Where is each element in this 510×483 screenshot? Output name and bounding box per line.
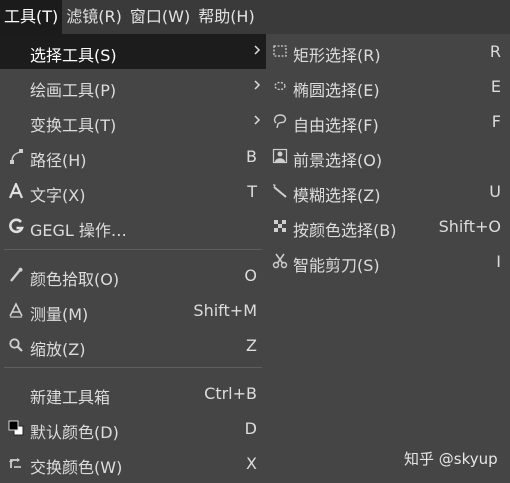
menu-item-zoom[interactable]: 缩放(Z) Z xyxy=(0,328,266,363)
menu-item-label: 颜色拾取(O) xyxy=(30,270,120,289)
menu-item-label: 默认颜色(D) xyxy=(30,423,119,442)
shortcut-label: Shift+M xyxy=(193,301,257,320)
menu-item-label: 前景选择(O) xyxy=(293,151,383,170)
watermark: 知乎 @skyup xyxy=(404,450,498,468)
menu-item-selection-tools[interactable]: 选择工具(S) xyxy=(0,34,266,69)
shortcut-label: I xyxy=(496,252,501,271)
chevron-right-icon xyxy=(254,45,261,55)
separator xyxy=(4,367,262,368)
menu-item-label: 缩放(Z) xyxy=(30,340,86,359)
shortcut-label: U xyxy=(489,182,501,201)
menu-item-ellipse-select[interactable]: 椭圆选择(E) E xyxy=(266,69,510,104)
shortcut-label: T xyxy=(247,182,257,201)
default-colors-icon xyxy=(8,420,24,436)
menu-item-gegl[interactable]: GEGL 操作… xyxy=(0,209,266,244)
menu-help[interactable]: 帮助(H) xyxy=(194,0,259,34)
menu-item-select-by-color[interactable]: 按颜色选择(B) Shift+O xyxy=(266,209,510,244)
shortcut-label: B xyxy=(246,147,257,166)
scissors-icon xyxy=(272,253,288,269)
menu-item-label: 模糊选择(Z) xyxy=(293,186,381,205)
separator xyxy=(4,249,262,250)
ellipse-select-icon xyxy=(272,78,288,94)
menu-item-label: 变换工具(T) xyxy=(30,116,117,135)
menu-item-free-select[interactable]: 自由选择(F) F xyxy=(266,104,510,139)
menu-tools[interactable]: 工具(T) xyxy=(0,0,63,34)
free-select-icon xyxy=(272,113,288,129)
shortcut-label: X xyxy=(246,454,257,473)
chevron-right-icon xyxy=(254,115,261,125)
shortcut-label: Z xyxy=(246,336,257,355)
menu-item-label: 绘画工具(P) xyxy=(30,81,117,100)
menu-item-label: 按颜色选择(B) xyxy=(293,221,397,240)
rect-select-icon xyxy=(272,43,288,59)
menu-item-label: 文字(X) xyxy=(30,186,86,205)
menu-item-paths[interactable]: 路径(H) B xyxy=(0,139,266,174)
shortcut-label: Ctrl+B xyxy=(204,384,257,403)
selection-tools-submenu: 矩形选择(R) R 椭圆选择(E) E 自由选择(F) F 前景选择(O) 模糊… xyxy=(266,34,510,279)
shortcut-label: E xyxy=(490,77,501,96)
zoom-icon xyxy=(8,337,24,353)
menu-item-paint-tools[interactable]: 绘画工具(P) xyxy=(0,69,266,104)
menu-item-rect-select[interactable]: 矩形选择(R) R xyxy=(266,34,510,69)
menu-item-label: 新建工具箱 xyxy=(30,388,111,407)
menu-item-foreground-select[interactable]: 前景选择(O) xyxy=(266,139,510,174)
select-by-color-icon xyxy=(272,218,288,234)
menu-item-label: 椭圆选择(E) xyxy=(293,81,380,100)
shortcut-label: R xyxy=(489,42,501,61)
paths-icon xyxy=(8,148,24,164)
shortcut-label: Shift+O xyxy=(438,217,501,236)
foreground-select-icon xyxy=(272,148,288,164)
menu-item-measure[interactable]: 测量(M) Shift+M xyxy=(0,293,266,328)
menu-item-intelligent-scissors[interactable]: 智能剪刀(S) I xyxy=(266,244,510,279)
shortcut-label: F xyxy=(491,112,501,131)
tools-menu: 选择工具(S) 绘画工具(P) 变换工具(T) 路径(H) B 文字(X) T … xyxy=(0,34,266,483)
menu-item-swap-colors[interactable]: 交换颜色(W) X xyxy=(0,446,266,481)
shortcut-label: O xyxy=(244,266,257,285)
menu-filters[interactable]: 滤镜(R) xyxy=(62,0,126,34)
color-picker-icon xyxy=(8,267,24,283)
menu-item-label: 智能剪刀(S) xyxy=(293,256,380,275)
menu-item-label: 路径(H) xyxy=(30,151,87,170)
menu-item-transform-tools[interactable]: 变换工具(T) xyxy=(0,104,266,139)
menu-item-label: 自由选择(F) xyxy=(293,116,379,135)
text-icon xyxy=(8,183,24,199)
menu-item-new-toolbox[interactable]: 新建工具箱 Ctrl+B xyxy=(0,376,266,411)
menu-item-fuzzy-select[interactable]: 模糊选择(Z) U xyxy=(266,174,510,209)
menu-item-label: 选择工具(S) xyxy=(30,46,117,65)
menu-item-text[interactable]: 文字(X) T xyxy=(0,174,266,209)
menubar: 工具(T) 滤镜(R) 窗口(W) 帮助(H) xyxy=(0,0,510,34)
measure-icon xyxy=(8,302,24,318)
menu-item-label: 测量(M) xyxy=(30,305,89,324)
fuzzy-select-icon xyxy=(272,183,288,199)
menu-windows[interactable]: 窗口(W) xyxy=(126,0,194,34)
swap-colors-icon xyxy=(8,455,24,471)
menu-item-label: 交换颜色(W) xyxy=(30,458,123,477)
menu-item-label: GEGL 操作… xyxy=(30,221,127,240)
menu-item-label: 矩形选择(R) xyxy=(293,46,381,65)
gegl-icon xyxy=(8,218,24,234)
shortcut-label: D xyxy=(244,419,257,438)
menu-item-color-picker[interactable]: 颜色拾取(O) O xyxy=(0,258,266,293)
menu-item-default-colors[interactable]: 默认颜色(D) D xyxy=(0,411,266,446)
chevron-right-icon xyxy=(254,80,261,90)
